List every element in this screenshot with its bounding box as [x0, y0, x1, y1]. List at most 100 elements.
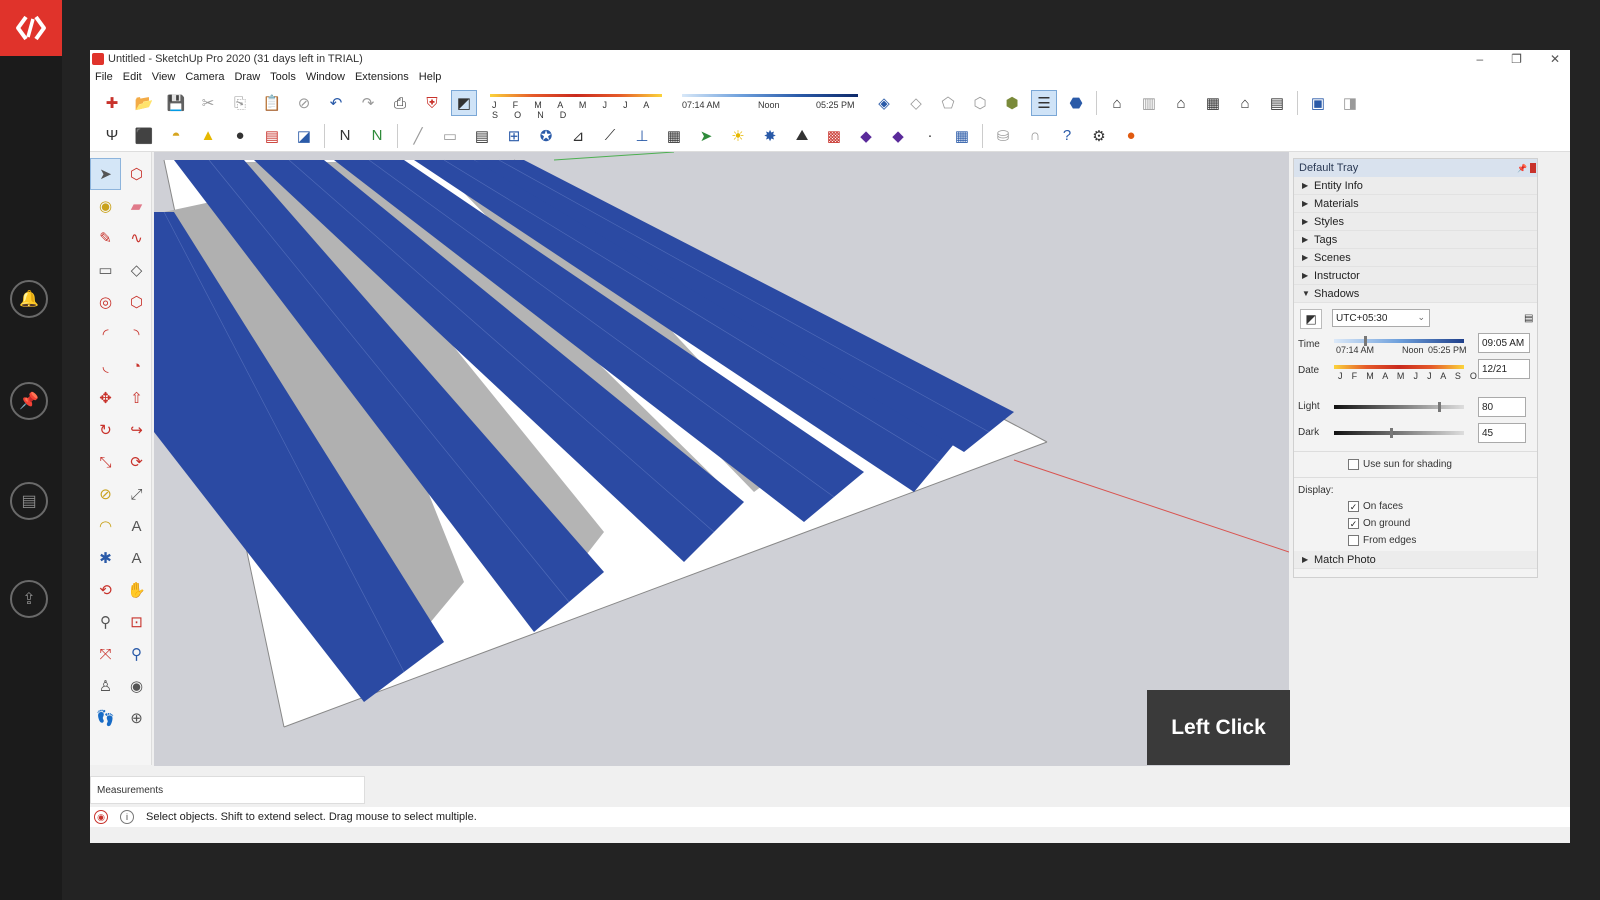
protractor-icon[interactable]: ◠: [90, 510, 121, 542]
page-icon[interactable]: ▤: [469, 123, 495, 149]
menu-help[interactable]: Help: [414, 71, 447, 83]
settings-gear-icon[interactable]: ⚙: [1086, 123, 1112, 149]
map-icon[interactable]: ▩: [821, 123, 847, 149]
open-folder-icon[interactable]: 📂: [131, 90, 157, 116]
freehand-icon[interactable]: ∿: [121, 222, 152, 254]
scale-icon[interactable]: ⤡: [90, 446, 121, 478]
save-icon[interactable]: 💾: [163, 90, 189, 116]
tray-close-icon[interactable]: [1530, 163, 1536, 173]
new-file-icon[interactable]: ✚: [99, 90, 125, 116]
building-icon[interactable]: ▦: [1200, 90, 1226, 116]
3d-text-icon[interactable]: A: [121, 542, 152, 574]
menu-edit[interactable]: Edit: [118, 71, 147, 83]
axes-icon[interactable]: ✱: [90, 542, 121, 574]
pin-icon[interactable]: 📌: [10, 382, 48, 420]
two-point-arc-icon[interactable]: ◝: [121, 318, 152, 350]
menu-tools[interactable]: Tools: [265, 71, 301, 83]
pencil-icon[interactable]: ✎: [90, 222, 121, 254]
erase-selection-icon[interactable]: ⊘: [291, 90, 317, 116]
copy-icon[interactable]: ⎘: [227, 90, 253, 116]
front-view-icon[interactable]: ⬠: [935, 90, 961, 116]
warning-icon[interactable]: ▲: [195, 123, 221, 149]
push-pull-icon[interactable]: ⇧: [121, 382, 152, 414]
eu-flag-icon[interactable]: ✪: [533, 123, 559, 149]
shaded-view-icon[interactable]: ⬢: [999, 90, 1025, 116]
dark-slider-thumb[interactable]: [1390, 428, 1393, 438]
section-styles[interactable]: ▶ Styles: [1294, 213, 1537, 231]
brand-logo[interactable]: [0, 0, 62, 56]
section-scenes[interactable]: ▶ Scenes: [1294, 249, 1537, 267]
section-match-photo[interactable]: ▶ Match Photo: [1294, 551, 1537, 569]
grid-icon[interactable]: ▦: [661, 123, 687, 149]
top-view-icon[interactable]: ◇: [903, 90, 929, 116]
textured-view-icon[interactable]: ☰: [1031, 90, 1057, 116]
time-field[interactable]: 09:05 AM: [1478, 333, 1530, 353]
on-faces-checkbox[interactable]: ✓ On faces: [1348, 501, 1403, 512]
section-instructor[interactable]: ▶ Instructor: [1294, 267, 1537, 285]
date-field[interactable]: 12/21: [1478, 359, 1530, 379]
fire-icon[interactable]: ●: [1118, 123, 1144, 149]
look-around-icon[interactable]: ◉: [121, 670, 152, 702]
time-slider[interactable]: 07:14 AM Noon 05:25 PM: [678, 90, 862, 116]
zoom-icon[interactable]: ⚲: [90, 606, 121, 638]
pan-icon[interactable]: ✋: [121, 574, 152, 606]
close-button[interactable]: ✕: [1550, 52, 1560, 66]
paste-icon[interactable]: 📋: [259, 90, 285, 116]
time-slider-track[interactable]: [1334, 339, 1464, 343]
info-icon[interactable]: i: [120, 810, 134, 824]
line-icon[interactable]: ╱: [405, 123, 431, 149]
arrow-green-icon[interactable]: ➤: [693, 123, 719, 149]
sun-icon[interactable]: ☀: [725, 123, 751, 149]
measurements-box[interactable]: Measurements: [90, 776, 365, 804]
move-icon[interactable]: ✥: [90, 382, 121, 414]
section-tags[interactable]: ▶ Tags: [1294, 231, 1537, 249]
utm-icon[interactable]: ⊥: [629, 123, 655, 149]
rectangle-icon[interactable]: ▭: [90, 254, 121, 286]
section-entity-info[interactable]: ▶ Entity Info: [1294, 177, 1537, 195]
cylinder-icon[interactable]: ⬛: [131, 123, 157, 149]
right-view-icon[interactable]: ⬡: [967, 90, 993, 116]
restore-button[interactable]: ❐: [1511, 52, 1522, 66]
cap2-icon[interactable]: ◆: [885, 123, 911, 149]
date-slider-track[interactable]: [1334, 365, 1464, 369]
three-point-arc-icon[interactable]: ◟: [90, 350, 121, 382]
tilt-icon[interactable]: ⟋: [597, 123, 623, 149]
shadow-toggle-icon[interactable]: ◩: [1300, 309, 1322, 329]
undo-icon[interactable]: ↶: [323, 90, 349, 116]
dimension-icon[interactable]: ⤢: [121, 478, 152, 510]
rotate-icon[interactable]: ↻: [90, 414, 121, 446]
dome-icon[interactable]: ◓: [163, 123, 189, 149]
dark-slider[interactable]: [1334, 431, 1464, 435]
text-icon[interactable]: A: [121, 510, 152, 542]
menu-file[interactable]: File: [90, 71, 118, 83]
polygon-icon[interactable]: ⬡: [121, 286, 152, 318]
dot-icon[interactable]: ·: [917, 123, 943, 149]
modeling-viewport[interactable]: [154, 152, 1289, 766]
north-green-icon[interactable]: N: [364, 123, 390, 149]
menu-camera[interactable]: Camera: [180, 71, 229, 83]
upload-icon[interactable]: ⇪: [10, 580, 48, 618]
pin-tray-icon[interactable]: 📌: [1517, 164, 1527, 173]
on-ground-checkbox[interactable]: ✓ On ground: [1348, 518, 1410, 529]
help-icon[interactable]: ?: [1054, 123, 1080, 149]
model-info-icon[interactable]: ⛨: [419, 90, 445, 116]
cap-icon[interactable]: ◆: [853, 123, 879, 149]
details-toggle-icon[interactable]: ▤: [1524, 313, 1533, 324]
zoom-window-icon[interactable]: ⊡: [121, 606, 152, 638]
grid-select-icon[interactable]: ⊞: [501, 123, 527, 149]
circle-icon[interactable]: ◎: [90, 286, 121, 318]
north-icon[interactable]: N: [332, 123, 358, 149]
light-slider-thumb[interactable]: [1438, 402, 1441, 412]
bell-icon[interactable]: 🔔: [10, 280, 48, 318]
section-materials[interactable]: ▶ Materials: [1294, 195, 1537, 213]
menu-view[interactable]: View: [147, 71, 181, 83]
trident-icon[interactable]: Ψ: [99, 123, 125, 149]
section-plane-icon[interactable]: ▥: [1136, 90, 1162, 116]
menu-draw[interactable]: Draw: [229, 71, 265, 83]
dark-field[interactable]: 45: [1478, 423, 1526, 443]
storefront-icon[interactable]: ▤: [1264, 90, 1290, 116]
zoom-extents-icon[interactable]: ⤧: [90, 638, 121, 670]
arch-icon[interactable]: ∩: [1022, 123, 1048, 149]
warehouse-icon[interactable]: ⌂: [1104, 90, 1130, 116]
section-shadows[interactable]: ▼ Shadows: [1294, 285, 1537, 303]
